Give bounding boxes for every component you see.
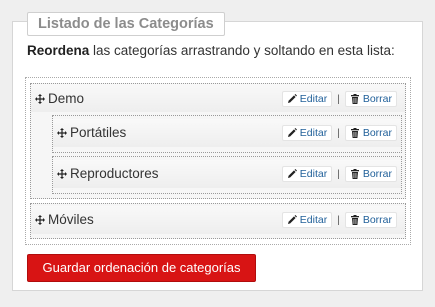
save-order-button[interactable]: Guardar ordenación de categorías [27,254,256,282]
instructions-text: Reordena las categorías arrastrando y so… [27,43,395,58]
delete-button[interactable]: Borrar [344,166,397,182]
instructions-rest: las categorías arrastrando y soltando en… [89,43,395,58]
delete-button[interactable]: Borrar [344,91,397,107]
category-item-demo[interactable]: Demo Editar | Borrar Portátiles Editar |… [30,83,406,199]
category-label: Portátiles [70,125,127,140]
trash-icon [350,128,360,138]
category-item-moviles[interactable]: Móviles Editar | Borrar [30,203,406,239]
panel-title: Listado de las Categorías [27,12,225,36]
drag-handle-icon[interactable] [35,94,45,104]
delete-button[interactable]: Borrar [344,212,397,228]
category-label: Móviles [48,212,94,227]
delete-button[interactable]: Borrar [344,125,397,141]
trash-icon [350,94,360,104]
trash-icon [350,169,360,179]
category-label: Reproductores [70,166,159,181]
edit-button[interactable]: Editar [281,212,333,228]
instructions-bold: Reordena [27,43,90,58]
category-label: Demo [48,91,85,106]
sortable-category-list: Demo Editar | Borrar Portátiles Editar |… [25,77,411,245]
pencil-icon [287,169,297,179]
pencil-icon [287,128,297,138]
edit-button[interactable]: Editar [281,125,333,141]
edit-button[interactable]: Editar [281,166,333,182]
category-item-reproductores[interactable]: Reproductores Editar | Borrar [52,156,402,194]
drag-handle-icon[interactable] [57,128,67,138]
trash-icon [350,215,360,225]
pencil-icon [287,215,297,225]
edit-button[interactable]: Editar [281,91,333,107]
drag-handle-icon[interactable] [57,169,67,179]
drag-handle-icon[interactable] [35,215,45,225]
category-item-portatiles[interactable]: Portátiles Editar | Borrar [52,115,402,153]
pencil-icon [287,94,297,104]
